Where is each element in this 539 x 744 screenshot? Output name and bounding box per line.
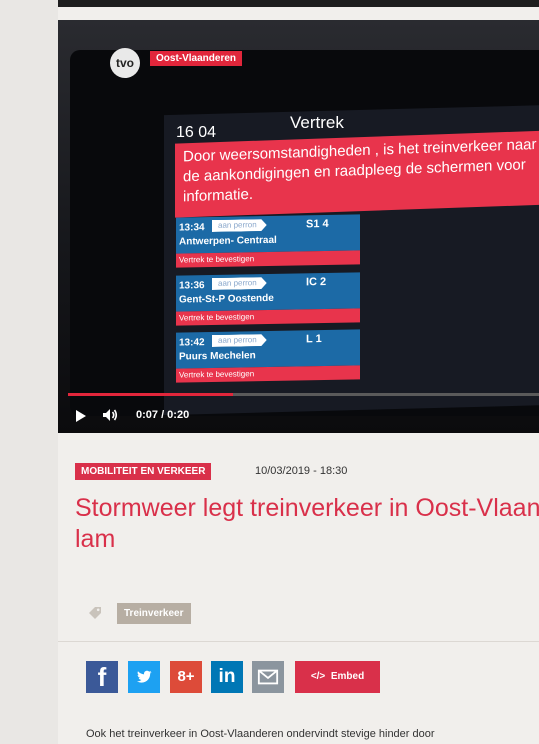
volume-icon[interactable] [102,407,118,423]
train-platform: S1 4 [306,217,329,231]
perron-label: aan perron [212,334,267,347]
video-progress-bar[interactable] [68,393,539,396]
departure-destination: Antwerpen- Centraal [179,234,277,248]
departure-time: 13:34 [179,222,205,234]
article-headline: Stormweer legt treinverkeer in Oost-Vlaa… [75,494,539,553]
play-icon[interactable] [76,410,86,422]
publish-date: 10/03/2019 - 18:30 [255,465,348,477]
article-body-text: Ook het treinverkeer in Oost-Vlaanderen … [86,728,435,740]
googleplus-share-button[interactable]: 8+ [170,661,202,693]
screen-time: 16 04 [176,124,217,141]
video-player[interactable]: tvo Oost-Vlaanderen 16 04 Vertrek Door w… [58,20,539,433]
embed-label: Embed [330,671,365,682]
linkedin-share-button[interactable]: in [211,661,243,693]
video-timecode: 0:07 / 0:20 [136,409,190,421]
video-progress-fill [68,393,233,396]
tvo-logo: tvo [110,48,140,78]
train-platform: L 1 [306,333,322,346]
video-controls: 0:07 / 0:20 [58,393,539,433]
facebook-share-button[interactable]: f [86,661,118,693]
embed-button[interactable]: </> Embed [295,661,380,693]
region-badge: Oost-Vlaanderen [150,51,243,66]
departure-row: 13:42 aan perron L 1 Puurs Mechelen Vert… [176,329,360,383]
twitter-icon [136,670,152,683]
perron-label: aan perron [212,219,267,232]
tag-icon [89,607,101,619]
email-share-button[interactable] [252,661,284,693]
departure-time: 13:42 [179,337,205,349]
departure-time: 13:36 [179,280,205,292]
email-icon [257,669,279,685]
perron-label: aan perron [212,277,267,290]
departure-row: 13:34 aan perron S1 4 Antwerpen- Centraa… [176,214,360,268]
screen-title: Vertrek [290,113,344,132]
code-icon: </> [310,671,326,682]
divider [58,641,539,642]
category-badge[interactable]: MOBILITEIT EN VERKEER [75,463,212,480]
page-margin [0,0,58,744]
departure-destination: Gent-St-P Oostende [179,292,274,306]
train-platform: IC 2 [306,275,327,289]
screen-alert: Door weersomstandigheden , is het treinv… [175,130,539,218]
top-bar [58,0,539,7]
tag-treinverkeer[interactable]: Treinverkeer [117,603,191,624]
departure-row: 13:36 aan perron IC 2 Gent-St-P Oostende… [176,272,360,326]
twitter-share-button[interactable] [128,661,160,693]
departure-destination: Puurs Mechelen [179,350,256,363]
article-content: tvo Oost-Vlaanderen 16 04 Vertrek Door w… [58,0,539,744]
